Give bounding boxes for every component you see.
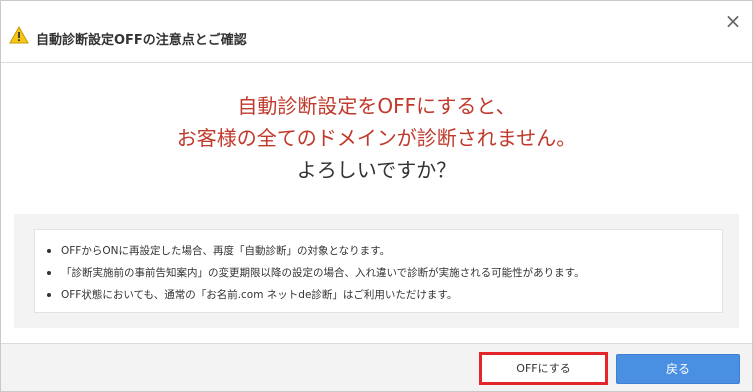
notes-panel: OFFからONに再設定した場合、再度「自動診断」の対象となります。 「診断実施前… [14, 214, 739, 328]
notes-box: OFFからONに再設定した場合、再度「自動診断」の対象となります。 「診断実施前… [34, 229, 723, 313]
turn-off-button[interactable]: OFFにする [479, 352, 608, 385]
dialog-header: 自動診断設定OFFの注意点とご確認 × [1, 1, 752, 63]
dialog-footer: OFFにする 戻る [1, 343, 752, 391]
message-line-3: よろしいですか？ [296, 158, 457, 182]
note-item: OFF状態においても、通常の「お名前.com ネットde診断」はご利用いただけま… [47, 284, 722, 306]
message-line-1: 自動診断設定をOFFにすると、 [237, 94, 516, 118]
confirm-message: 自動診断設定をOFFにすると、 お客様の全てのドメインが診断されません。 よろし… [1, 90, 752, 186]
note-item: 「診断実施前の事前告知案内」の変更期限以降の設定の場合、入れ違いで診断が実施され… [47, 262, 722, 284]
dialog-title: 自動診断設定OFFの注意点とご確認 [36, 33, 247, 48]
message-line-2: お客様の全てのドメインが診断されません。 [176, 126, 577, 150]
note-item: OFFからONに再設定した場合、再度「自動診断」の対象となります。 [47, 240, 722, 262]
notes-list: OFFからONに再設定した場合、再度「自動診断」の対象となります。 「診断実施前… [35, 230, 722, 306]
back-button[interactable]: 戻る [616, 354, 740, 384]
close-icon[interactable]: × [723, 11, 743, 31]
confirm-dialog: 自動診断設定OFFの注意点とご確認 × 自動診断設定をOFFにすると、 お客様の… [0, 0, 753, 392]
warning-icon [9, 25, 29, 44]
dialog-body: 自動診断設定をOFFにすると、 お客様の全てのドメインが診断されません。 よろし… [1, 63, 752, 343]
